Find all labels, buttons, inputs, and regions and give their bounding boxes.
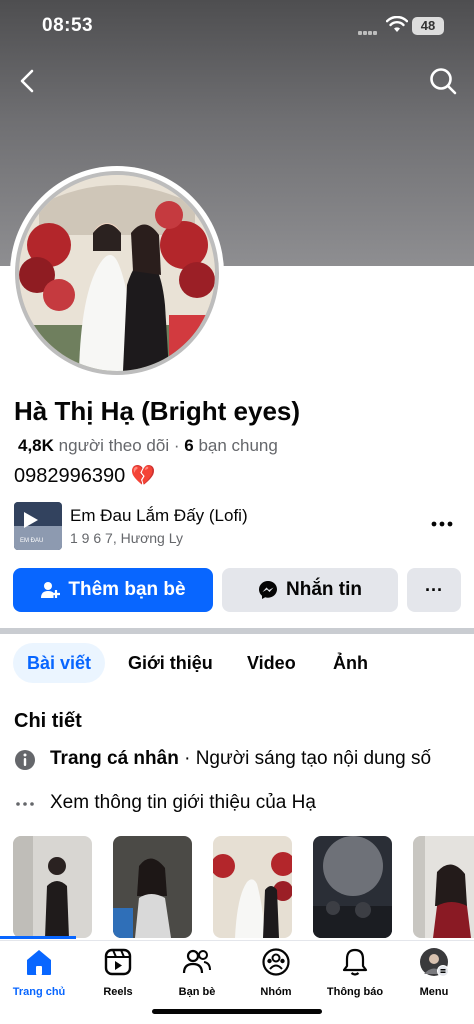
nav-notifications-label: Thông báo	[326, 986, 384, 998]
music-thumbnail: EM ĐAU	[14, 502, 62, 550]
info-icon	[15, 750, 35, 770]
message-button[interactable]: Nhắn tin	[222, 568, 398, 612]
add-friend-icon	[41, 582, 61, 598]
menu-avatar-icon	[420, 948, 449, 977]
add-friend-button[interactable]: Thêm bạn bè	[13, 568, 213, 612]
nav-home-label: Trang chủ	[12, 986, 66, 998]
tab-photos[interactable]: Ảnh	[333, 643, 368, 683]
messenger-icon	[259, 581, 277, 599]
featured-photos	[13, 836, 474, 938]
profile-avatar[interactable]	[10, 166, 224, 380]
home-icon	[27, 950, 51, 975]
section-divider	[0, 628, 474, 634]
profile-type-label: Trang cá nhân	[50, 748, 179, 769]
more-actions-button[interactable]: ···	[407, 568, 461, 612]
mutual-friends-count: 6	[184, 436, 194, 455]
friends-icon	[182, 949, 211, 974]
avatar-story-ring	[15, 171, 219, 375]
profile-music[interactable]: EM ĐAU Em Đau Lắm Đấy (Lofi) 1 9 6 7, Hư…	[14, 502, 460, 550]
cellular-signal-icon	[358, 22, 380, 35]
nav-home[interactable]: Trang chủ	[9, 945, 69, 1001]
ellipsis-icon	[16, 802, 34, 806]
tab-posts[interactable]: Bài viết	[13, 643, 106, 683]
battery-indicator: 48	[412, 17, 444, 35]
featured-photo[interactable]	[313, 836, 392, 938]
more-options-icon[interactable]	[430, 514, 454, 534]
profile-type-row: Trang cá nhân · Người sáng tạo nội dung …	[14, 748, 474, 774]
avatar-photo	[19, 175, 215, 371]
nav-notifications[interactable]: Thông báo	[325, 945, 385, 1001]
nav-groups[interactable]: Nhóm	[246, 945, 306, 1001]
followers-label: người theo dõi	[58, 436, 170, 455]
more-actions-label: ···	[425, 579, 443, 600]
music-title: Em Đau Lắm Đấy (Lofi)	[70, 506, 248, 525]
featured-photo[interactable]	[413, 836, 474, 938]
featured-photo[interactable]	[13, 836, 92, 938]
featured-photo[interactable]	[213, 836, 292, 938]
profile-stats[interactable]: 4,8K người theo dõi · 6 bạn chung	[18, 436, 278, 456]
svg-text:EM ĐAU: EM ĐAU	[20, 538, 43, 544]
message-label: Nhắn tin	[286, 579, 362, 600]
nav-menu[interactable]: Menu	[404, 945, 464, 1001]
followers-count: 4,8K	[18, 436, 54, 455]
reels-icon	[104, 948, 132, 976]
bell-icon	[342, 948, 368, 976]
tab-videos[interactable]: Video	[247, 643, 296, 683]
status-bar: 08:53 48	[0, 0, 474, 54]
tab-about[interactable]: Giới thiệu	[128, 643, 213, 683]
add-friend-label: Thêm bạn bè	[68, 579, 186, 600]
see-about-label: Xem thông tin giới thiệu của Hạ	[50, 792, 316, 813]
home-indicator	[152, 1009, 322, 1014]
profile-name: Hà Thị Hạ (Bright eyes)	[14, 396, 301, 426]
photo-strip-indicator	[0, 936, 76, 939]
search-icon[interactable]	[428, 66, 458, 96]
featured-photo[interactable]	[113, 836, 192, 938]
nav-reels-label: Reels	[103, 986, 133, 998]
stats-separator: ·	[173, 436, 180, 455]
nav-friends[interactable]: Bạn bè	[167, 945, 227, 1001]
music-artist: 1 9 6 7, Hương Ly	[70, 530, 183, 546]
back-arrow-icon[interactable]	[14, 66, 42, 96]
details-heading: Chi tiết	[14, 710, 82, 732]
mutual-friends-label: bạn chung	[198, 436, 278, 455]
groups-icon	[262, 948, 290, 976]
profile-category: · Người sáng tạo nội dung số	[178, 748, 432, 769]
status-time: 08:53	[42, 15, 94, 36]
profile-bio: 0982996390 💔	[14, 465, 156, 487]
see-about-row[interactable]: Xem thông tin giới thiệu của Hạ	[14, 792, 474, 818]
wifi-icon	[386, 16, 408, 32]
nav-groups-label: Nhóm	[260, 986, 292, 998]
nav-menu-label: Menu	[419, 986, 449, 998]
nav-reels[interactable]: Reels	[88, 945, 148, 1001]
nav-friends-label: Bạn bè	[178, 986, 216, 998]
